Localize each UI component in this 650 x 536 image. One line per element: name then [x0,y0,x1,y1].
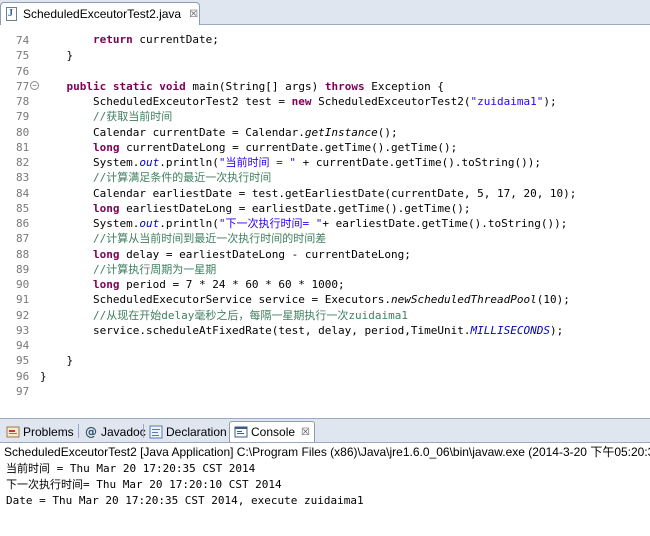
line-number: 74 [16,34,30,47]
tab-label: Javadoc [101,424,146,439]
code-line: 80 Calendar currentDate = Calendar.getIn… [0,125,650,140]
code-text: //获取当前时间 [92,110,173,124]
code-line: 88 long delay = earliestDateLong - curre… [0,247,650,262]
line-number: 83 [16,171,30,185]
code-line: 95 } [0,353,650,368]
code-line: 97 [0,384,650,399]
close-icon[interactable]: ☒ [189,9,198,20]
code-line: 87 //计算从当前时间到最近一次执行时间的时间差 [0,231,650,246]
tab-declaration[interactable]: Declaration [145,421,231,442]
code-line: 79 //获取当前时间 [0,109,650,124]
code-text: //从现在开始delay毫秒之后，每隔一星期执行一次zuidaima1 [92,308,408,322]
line-number: 89 [16,262,30,276]
line-number: 90 [16,278,30,291]
code-line: 94 [0,338,650,353]
code-text: System.out.println("当前时间 = " + currentDa… [40,156,541,169]
tab-problems[interactable]: Problems [2,421,78,442]
code-text: ScheduledExceutorTest2 test = new Schedu… [40,95,557,108]
code-text: service.scheduleAtFixedRate(test, delay,… [40,323,564,337]
line-number: 91 [16,293,30,307]
line-number: 88 [16,247,30,261]
code-line: 81 long currentDateLong = currentDate.ge… [0,140,650,155]
code-editor[interactable]: return currentDate; 74 75 } 76 77− public s… [0,26,650,400]
code-text: //计算从当前时间到最近一次执行时间的时间差 [92,232,327,246]
fold-toggle-icon[interactable]: − [30,80,39,90]
line-number: 80 [16,125,30,139]
line-number: 92 [16,308,30,322]
close-icon[interactable]: ☒ [301,427,310,438]
java-file-icon: J [5,7,19,21]
code-text: //计算满足条件的最近一次执行时间 [92,171,272,185]
code-text: Calendar currentDate = Calendar.getInsta… [40,125,398,139]
line-number: 78 [16,95,30,108]
console-output-line: 下一次执行时间= Thu Mar 20 17:20:10 CST 2014 [6,478,282,491]
problems-icon [6,425,20,439]
code-line: 96} [0,369,650,384]
code-text: long period = 7 * 24 * 60 * 60 * 1000; [92,278,345,291]
code-text: } [40,49,74,63]
code-line: 90 long period = 7 * 24 * 60 * 60 * 1000… [0,277,650,292]
tab-console[interactable]: Console ☒ [229,421,315,442]
line-number: 75 [16,49,30,63]
line-number: 94 [16,339,30,352]
console-output-line: Date = Thu Mar 20 17:20:35 CST 2014, exe… [6,494,364,507]
tab-label: Console [251,425,296,439]
editor-tab-title: ScheduledExceutorTest2.java [23,7,182,21]
console-icon [234,425,248,439]
line-number: 93 [16,323,30,337]
tab-label: Declaration [166,424,227,439]
code-line: 75 } [0,48,650,63]
code-text: System.out.println("下一次执行时间= "+ earliest… [40,217,568,230]
console-output-line: 当前时间 = Thu Mar 20 17:20:35 CST 2014 [6,462,256,475]
line-number: 82 [16,156,30,169]
line-number: 96 [16,369,30,383]
code-text: ScheduledExecutorService service = Execu… [40,293,570,307]
editor-tab-scheduled-exceutor-test2[interactable]: J ScheduledExceutorTest2.java ☒ [0,2,200,25]
tab-javadoc[interactable]: @ Javadoc [80,421,150,442]
code-text: } [40,369,47,383]
code-line: 89 //计算执行周期为一星期 [0,262,650,277]
line-number: 79 [16,110,30,124]
console-output[interactable]: 当前时间 = Thu Mar 20 17:20:35 CST 2014 下一次执… [0,461,650,536]
code-text: long delay = earliestDateLong - currentD… [92,247,411,261]
code-line: 76 [0,64,650,79]
code-line: 93 service.scheduleAtFixedRate(test, del… [0,323,650,338]
code-line: 91 ScheduledExecutorService service = Ex… [0,292,650,307]
code-line: 77− public static void main(String[] arg… [0,79,650,94]
code-line: 82 System.out.println("当前时间 = " + curren… [0,155,650,170]
code-line: 78 ScheduledExceutorTest2 test = new Sch… [0,94,650,109]
code-line: 85 long earliestDateLong = earliestDate.… [0,201,650,216]
code-line: 92 //从现在开始delay毫秒之后，每隔一星期执行一次zuidaima1 [0,308,650,323]
code-line: 86 System.out.println("下一次执行时间= "+ earli… [0,216,650,231]
code-line: 83 //计算满足条件的最近一次执行时间 [0,170,650,185]
code-text: public static void main(String[] args) t… [66,79,445,93]
line-number: 81 [16,140,30,154]
partial-code-line: return currentDate; [40,33,219,46]
line-number: 95 [16,354,30,368]
line-number: 85 [16,201,30,215]
code-text: long earliestDateLong = earliestDate.get… [92,201,471,215]
javadoc-icon: @ [85,424,97,439]
line-number: 84 [16,186,30,200]
code-text: Calendar earliestDate = test.getEarliest… [40,186,577,200]
tab-label: Problems [23,424,74,439]
line-number: 97 [16,384,30,398]
view-tab-bar: Problems @ Javadoc Declaration Console ☒ [0,418,650,443]
code-text: long currentDateLong = currentDate.getTi… [92,140,458,154]
code-line: 84 Calendar earliestDate = test.getEarli… [0,186,650,201]
declaration-icon [149,425,163,439]
editor-tab-bar: J ScheduledExceutorTest2.java ☒ [0,0,650,25]
code-line: 74 [0,33,650,48]
line-number: 87 [16,232,30,246]
code-text: } [40,354,74,368]
console-process-label: ScheduledExceutorTest2 [Java Application… [4,445,650,459]
code-text: //计算执行周期为一星期 [92,262,217,276]
line-number: 76 [16,64,30,78]
line-number: 86 [16,217,30,230]
